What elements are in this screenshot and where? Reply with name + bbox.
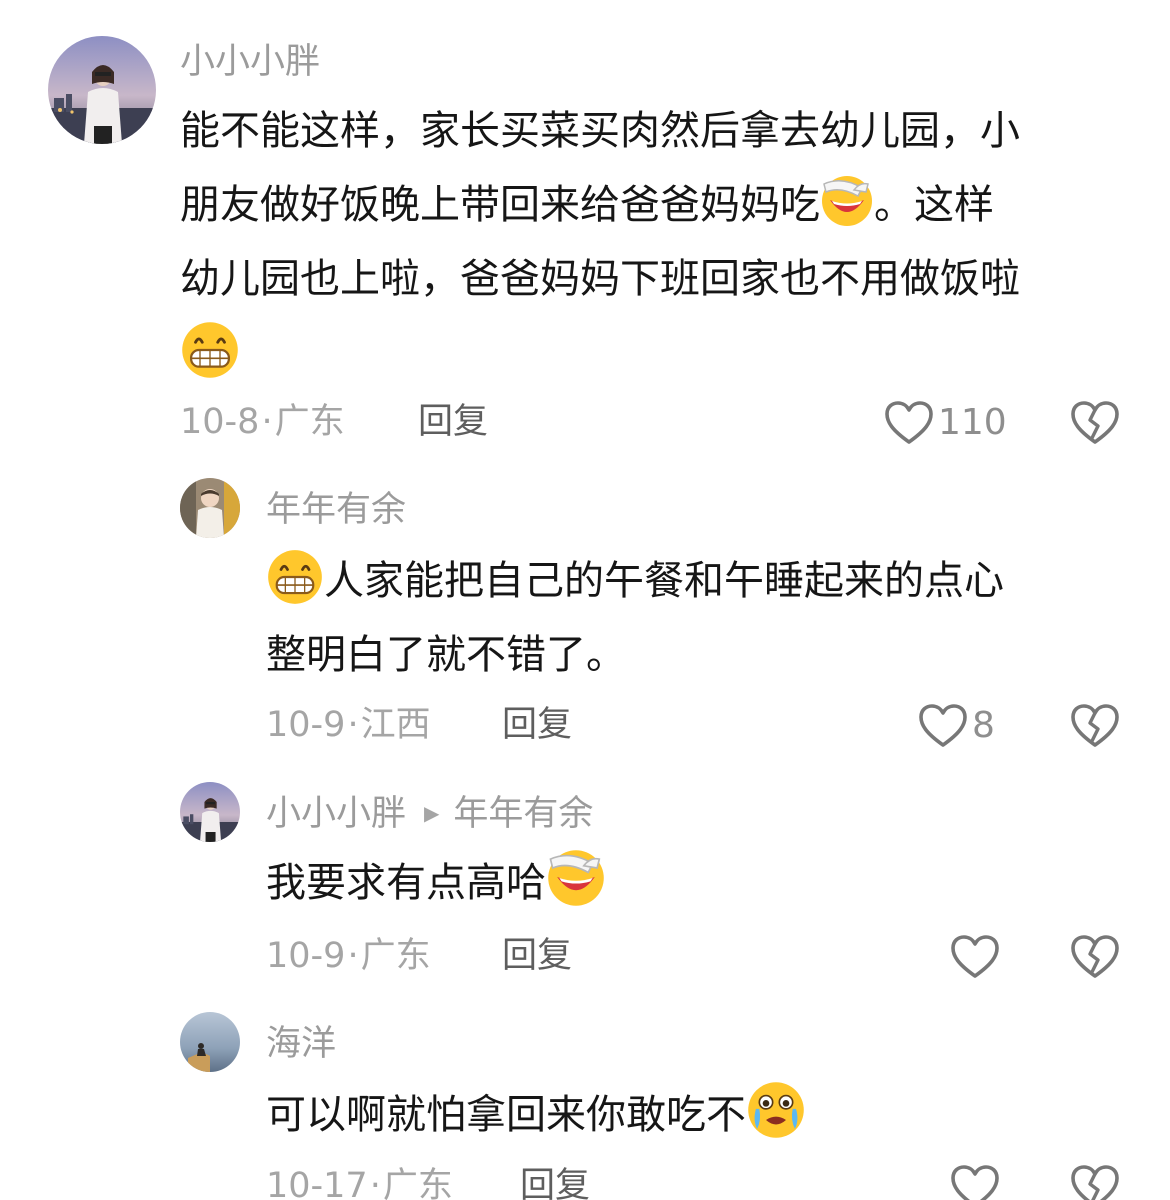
comment-meta: 10-17·广东: [266, 1166, 453, 1200]
comment-line: 朋友做好饭晚上带回来给爸爸妈妈吃 。这样: [180, 168, 1020, 242]
comment-date: 10-9: [266, 936, 346, 976]
comment-location: 广东: [360, 936, 431, 976]
like-count: 8: [972, 705, 995, 746]
broken-heart-icon: [1071, 1165, 1119, 1200]
reply-button[interactable]: 回复: [502, 936, 572, 976]
comment-meta: 10-9·江西: [266, 705, 431, 745]
reply-button[interactable]: 回复: [502, 705, 572, 745]
like-button[interactable]: [950, 1162, 1004, 1200]
comment-author[interactable]: 年年有余: [266, 490, 406, 530]
comment-line: 可以啊就怕拿回来你敢吃不: [266, 1078, 806, 1152]
reply-arrow-icon: ▶: [424, 801, 440, 825]
comment-location: 广东: [382, 1166, 453, 1200]
comment-text: 能不能这样，家长买菜买肉然后拿去幼儿园，小 朋友做好饭晚上带回来给爸爸妈妈吃 。这…: [180, 94, 1020, 390]
dislike-button[interactable]: [1070, 934, 1120, 980]
avatar[interactable]: [180, 782, 240, 842]
avatar[interactable]: [48, 36, 156, 144]
broken-heart-icon: [1071, 935, 1119, 978]
heart-icon: [919, 704, 967, 747]
facepalm-laugh-emoji-icon: [820, 174, 874, 228]
heart-icon: [951, 935, 999, 978]
comment-text: 可以啊就怕拿回来你敢吃不: [266, 1078, 806, 1152]
comment-line: 整明白了就不错了。: [266, 632, 626, 678]
like-button[interactable]: 110: [884, 398, 1007, 448]
broken-heart-icon: [1071, 401, 1119, 444]
avatar-woman-cityscape-icon: [48, 36, 156, 144]
heart-icon: [951, 1165, 999, 1200]
reply-button[interactable]: 回复: [418, 402, 488, 442]
dislike-button[interactable]: [1070, 1164, 1120, 1200]
avatar-baby-icon: [180, 478, 240, 538]
comment-author[interactable]: 海洋: [266, 1024, 336, 1064]
reply-target[interactable]: 年年有余: [453, 794, 593, 834]
reply-button[interactable]: 回复: [520, 1166, 590, 1200]
grinning-teeth-emoji-icon: [266, 548, 324, 606]
comment-author[interactable]: 小小小胖 ▶ 年年有余: [266, 793, 593, 834]
like-button[interactable]: 8: [918, 701, 995, 751]
comment-location: 广东: [274, 402, 345, 442]
comment-line: 我要求有点高哈: [266, 846, 606, 920]
comment-date: 10-9: [266, 705, 346, 745]
facepalm-laugh-emoji-icon: [546, 848, 606, 908]
dislike-button[interactable]: [1070, 400, 1120, 446]
comment-text: 人家能把自己的午餐和午睡起来的点心 整明白了就不错了。: [266, 544, 1004, 692]
comment-author[interactable]: 小小小胖: [180, 42, 320, 82]
comment-location: 江西: [360, 705, 431, 745]
avatar[interactable]: [180, 478, 240, 538]
comment-line: 能不能这样，家长买菜买肉然后拿去幼儿园，小: [180, 108, 1020, 154]
grinning-teeth-emoji-icon: [180, 320, 240, 380]
comment-line: [180, 316, 1020, 390]
like-count: 110: [938, 402, 1007, 443]
comment-meta: 10-8·广东: [180, 402, 345, 442]
comment-thread: 小小小胖 能不能这样，家长买菜买肉然后拿去幼儿园，小 朋友做好饭晚上带回来给爸爸…: [0, 0, 1170, 1200]
broken-heart-icon: [1071, 704, 1119, 747]
crying-face-emoji-icon: [746, 1080, 806, 1140]
like-button[interactable]: [950, 932, 1004, 982]
dislike-button[interactable]: [1070, 703, 1120, 749]
comment-meta: 10-9·广东: [266, 936, 431, 976]
comment-date: 10-17: [266, 1166, 368, 1200]
avatar-woman-cityscape-icon: [180, 782, 240, 842]
comment-date: 10-8: [180, 402, 260, 442]
comment-line: 人家能把自己的午餐和午睡起来的点心: [266, 544, 1004, 618]
avatar[interactable]: [180, 1012, 240, 1072]
comment-text: 我要求有点高哈: [266, 846, 606, 920]
heart-icon: [885, 401, 933, 444]
avatar-seaside-icon: [180, 1012, 240, 1072]
comment-line: 幼儿园也上啦，爸爸妈妈下班回家也不用做饭啦: [180, 256, 1020, 302]
